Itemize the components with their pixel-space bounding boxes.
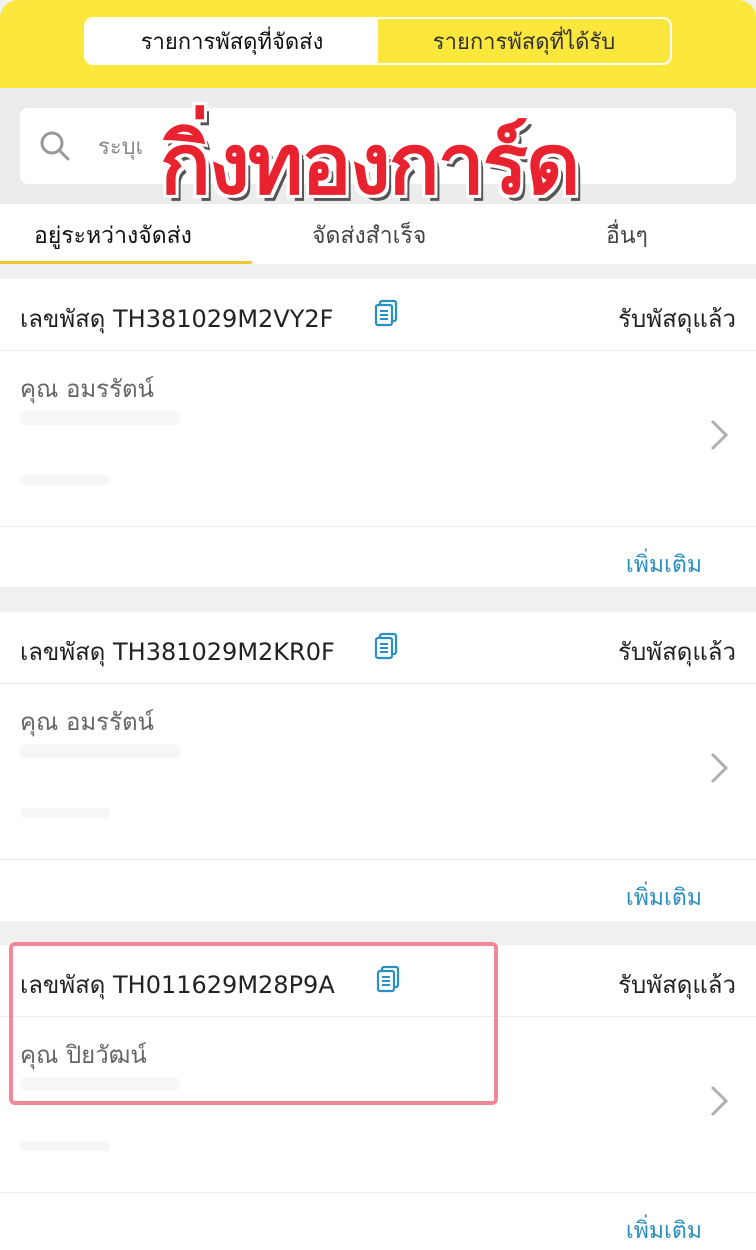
status-badge: รับพัสดุแล้ว: [618, 971, 736, 999]
tracking-number: เลขพัสดุ TH381029M2KR0F: [20, 638, 335, 666]
chevron-right-icon[interactable]: [708, 750, 730, 786]
status-tabs: อยู่ระหว่างจัดส่ง จัดส่งสำเร็จ อื่นๆ: [0, 204, 756, 264]
tab-in-transit[interactable]: อยู่ระหว่างจัดส่ง: [34, 218, 192, 254]
more-link[interactable]: เพิ่มเติม: [626, 547, 702, 583]
redacted-address: [20, 744, 180, 758]
segment-received[interactable]: รายการพัสดุที่ได้รับ: [378, 19, 670, 63]
shipment-card: เลขพัสดุ TH381029M2VY2F รับพัสดุแล้ว คุณ…: [0, 279, 756, 587]
redacted-detail: [20, 475, 110, 485]
copy-icon[interactable]: [373, 632, 399, 660]
more-link[interactable]: เพิ่มเติม: [626, 880, 702, 916]
segment-sent[interactable]: รายการพัสดุที่จัดส่ง: [86, 19, 378, 63]
active-tab-indicator: [0, 261, 252, 264]
search-icon: [40, 131, 70, 161]
redacted-detail: [20, 1141, 110, 1151]
recipient-name: คุณ อมรรัตน์: [20, 375, 154, 403]
card-header: เลขพัสดุ TH381029M2VY2F รับพัสดุแล้ว: [0, 279, 756, 351]
status-badge: รับพัสดุแล้ว: [618, 305, 736, 333]
highlight-box: [9, 942, 498, 1105]
card-body[interactable]: คุณ อมรรัตน์: [0, 351, 756, 527]
search-placeholder: ระบุเ: [98, 134, 144, 160]
chevron-right-icon[interactable]: [708, 1083, 730, 1119]
tracking-number: เลขพัสดุ TH381029M2VY2F: [20, 305, 334, 333]
shipment-card: เลขพัสดุ TH381029M2KR0F รับพัสดุแล้ว คุณ…: [0, 612, 756, 921]
card-body[interactable]: คุณ อมรรัตน์: [0, 684, 756, 860]
chevron-right-icon[interactable]: [708, 417, 730, 453]
more-link[interactable]: เพิ่มเติม: [626, 1213, 702, 1249]
redacted-address: [20, 411, 180, 425]
top-bar: รายการพัสดุที่จัดส่ง รายการพัสดุที่ได้รั…: [0, 0, 756, 88]
recipient-name: คุณ อมรรัตน์: [20, 708, 154, 736]
segmented-control: รายการพัสดุที่จัดส่ง รายการพัสดุที่ได้รั…: [84, 17, 672, 65]
tab-delivered[interactable]: จัดส่งสำเร็จ: [312, 218, 426, 254]
copy-icon[interactable]: [373, 299, 399, 327]
tab-other[interactable]: อื่นๆ: [606, 218, 648, 254]
status-badge: รับพัสดุแล้ว: [618, 638, 736, 666]
card-header: เลขพัสดุ TH381029M2KR0F รับพัสดุแล้ว: [0, 612, 756, 684]
redacted-detail: [20, 808, 110, 818]
